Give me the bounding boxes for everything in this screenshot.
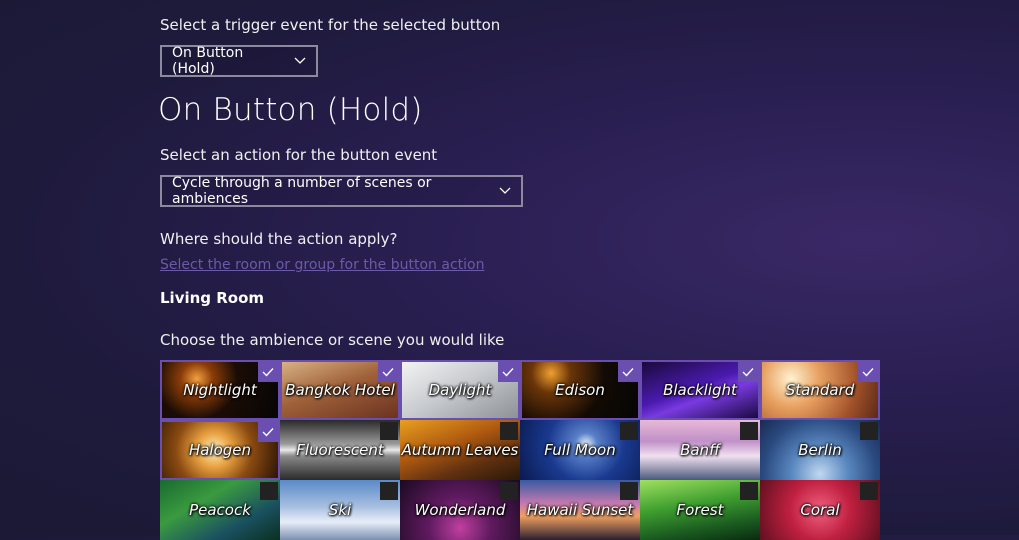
scene-name: Standard — [785, 381, 855, 399]
checkbox-icon[interactable] — [620, 482, 638, 500]
trigger-select-value: On Button (Hold) — [172, 45, 244, 77]
scene-name: Peacock — [189, 501, 251, 519]
checkbox-icon[interactable] — [740, 482, 758, 500]
checkmark-icon[interactable] — [378, 362, 398, 382]
checkbox-icon[interactable] — [260, 482, 278, 500]
scene-name: Autumn Leaves — [401, 441, 519, 459]
select-room-link[interactable]: Select the room or group for the button … — [160, 257, 484, 273]
scene-tile[interactable]: Peacock — [160, 480, 280, 540]
scene-tile[interactable]: Ski — [280, 480, 400, 540]
scene-tile[interactable]: Berlin — [760, 420, 880, 480]
scene-name: Fluorescent — [296, 441, 384, 459]
scene-name: Halogen — [188, 441, 252, 459]
checkmark-icon[interactable] — [618, 362, 638, 382]
trigger-label: Select a trigger event for the selected … — [160, 16, 501, 34]
chevron-down-icon — [485, 187, 511, 195]
checkmark-icon[interactable] — [858, 362, 878, 382]
scenes-label: Choose the ambience or scene you would l… — [160, 331, 505, 349]
checkmark-icon[interactable] — [258, 362, 278, 382]
trigger-select[interactable]: On Button (Hold) — [160, 45, 318, 77]
room-name: Living Room — [160, 289, 265, 307]
action-select-value: Cycle through a number of scenes or ambi… — [172, 175, 432, 207]
checkbox-icon[interactable] — [500, 422, 518, 440]
scene-tile[interactable]: Standard — [760, 360, 880, 420]
scene-tile[interactable]: Banff — [640, 420, 760, 480]
scene-name: Hawaii Sunset — [526, 501, 634, 519]
checkbox-icon[interactable] — [620, 422, 638, 440]
scene-tile[interactable]: Bangkok Hotel — [280, 360, 400, 420]
checkmark-icon[interactable] — [738, 362, 758, 382]
scene-name: Daylight — [428, 381, 492, 399]
checkbox-icon[interactable] — [860, 482, 878, 500]
scene-tile[interactable]: Edison — [520, 360, 640, 420]
scene-tile[interactable]: Blacklight — [640, 360, 760, 420]
scene-tile[interactable]: Nightlight — [160, 360, 280, 420]
action-select[interactable]: Cycle through a number of scenes or ambi… — [160, 175, 523, 207]
checkbox-icon[interactable] — [380, 482, 398, 500]
scene-tile[interactable]: Daylight — [400, 360, 520, 420]
scene-name: Nightlight — [183, 381, 257, 399]
scene-tile[interactable]: Hawaii Sunset — [520, 480, 640, 540]
scene-name: Wonderland — [414, 501, 506, 519]
scene-tile[interactable]: Forest — [640, 480, 760, 540]
scene-name: Full Moon — [544, 441, 616, 459]
scene-tile[interactable]: Full Moon — [520, 420, 640, 480]
action-label: Select an action for the button event — [160, 146, 438, 164]
scene-tile[interactable]: Halogen — [160, 420, 280, 480]
checkbox-icon[interactable] — [740, 422, 758, 440]
page-title: On Button (Hold) — [158, 92, 423, 128]
scene-tile[interactable]: Wonderland — [400, 480, 520, 540]
scene-name: Banff — [680, 441, 720, 459]
checkbox-icon[interactable] — [860, 422, 878, 440]
scene-name: Bangkok Hotel — [285, 381, 395, 399]
scene-name: Forest — [676, 501, 724, 519]
checkmark-icon[interactable] — [498, 362, 518, 382]
checkbox-icon[interactable] — [380, 422, 398, 440]
scene-name: Edison — [555, 381, 605, 399]
checkbox-icon[interactable] — [500, 482, 518, 500]
chevron-down-icon — [280, 57, 306, 65]
scene-name: Blacklight — [663, 381, 737, 399]
scene-tile[interactable]: Coral — [760, 480, 880, 540]
checkmark-icon[interactable] — [258, 422, 278, 442]
scene-tile[interactable]: Autumn Leaves — [400, 420, 520, 480]
scene-name: Berlin — [798, 441, 842, 459]
scene-tile[interactable]: Fluorescent — [280, 420, 400, 480]
scene-name: Ski — [328, 501, 352, 519]
apply-label: Where should the action apply? — [160, 230, 398, 248]
scene-name: Coral — [800, 501, 840, 519]
